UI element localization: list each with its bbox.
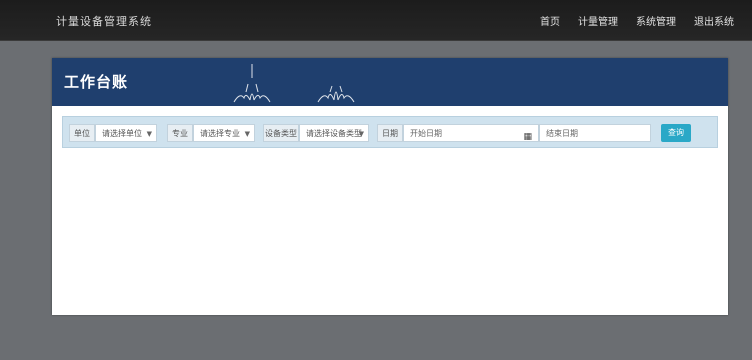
start-date-input[interactable]: 开始日期 ▦ [403, 124, 539, 142]
end-date-placeholder: 结束日期 [546, 129, 578, 138]
nav-link-logout[interactable]: 退出系统 [694, 13, 734, 28]
chevron-down-icon: ▼ [358, 130, 364, 138]
device-type-select[interactable]: 请选择设备类型 ▼ [299, 124, 369, 142]
panel-header: 工作台账 [52, 58, 728, 106]
specialty-select-value: 请选择专业 [200, 129, 240, 138]
filter-bar: 单位 请选择单位 ▼ 专业 请选择专业 ▼ 设备类型 请选择设备类型 ▼ 日期 … [62, 116, 718, 148]
app-title: 计量设备管理系统 [56, 15, 152, 28]
date-filter-label: 日期 [377, 124, 403, 142]
unit-select-value: 请选择单位 [102, 129, 142, 138]
chevron-down-icon: ▼ [244, 130, 250, 138]
unit-select[interactable]: 请选择单位 ▼ [95, 124, 157, 142]
search-button[interactable]: 查询 [661, 124, 691, 142]
specialty-select[interactable]: 请选择专业 ▼ [193, 124, 255, 142]
decorative-swirl [317, 85, 355, 103]
nav-link-system[interactable]: 系统管理 [636, 13, 676, 28]
nav-link-metering[interactable]: 计量管理 [578, 13, 618, 28]
main-panel: 工作台账 单位 请选择单位 ▼ 专业 请选择专业 ▼ 设备类型 请选择设备类型 … [52, 58, 728, 315]
device-type-filter-label: 设备类型 [263, 124, 299, 142]
page-title: 工作台账 [64, 73, 129, 91]
chevron-down-icon: ▼ [146, 130, 152, 138]
top-nav: 首页 计量管理 系统管理 退出系统 [540, 13, 734, 28]
end-date-input[interactable]: 结束日期 [539, 124, 651, 142]
top-navbar: 计量设备管理系统 首页 计量管理 系统管理 退出系统 [0, 0, 752, 41]
specialty-filter-label: 专业 [167, 124, 193, 142]
unit-filter-label: 单位 [69, 124, 95, 142]
nav-link-home[interactable]: 首页 [540, 13, 560, 28]
decorative-swirl [233, 64, 271, 103]
calendar-icon[interactable]: ▦ [523, 128, 532, 141]
start-date-placeholder: 开始日期 [410, 129, 442, 138]
device-type-select-value: 请选择设备类型 [306, 129, 362, 138]
